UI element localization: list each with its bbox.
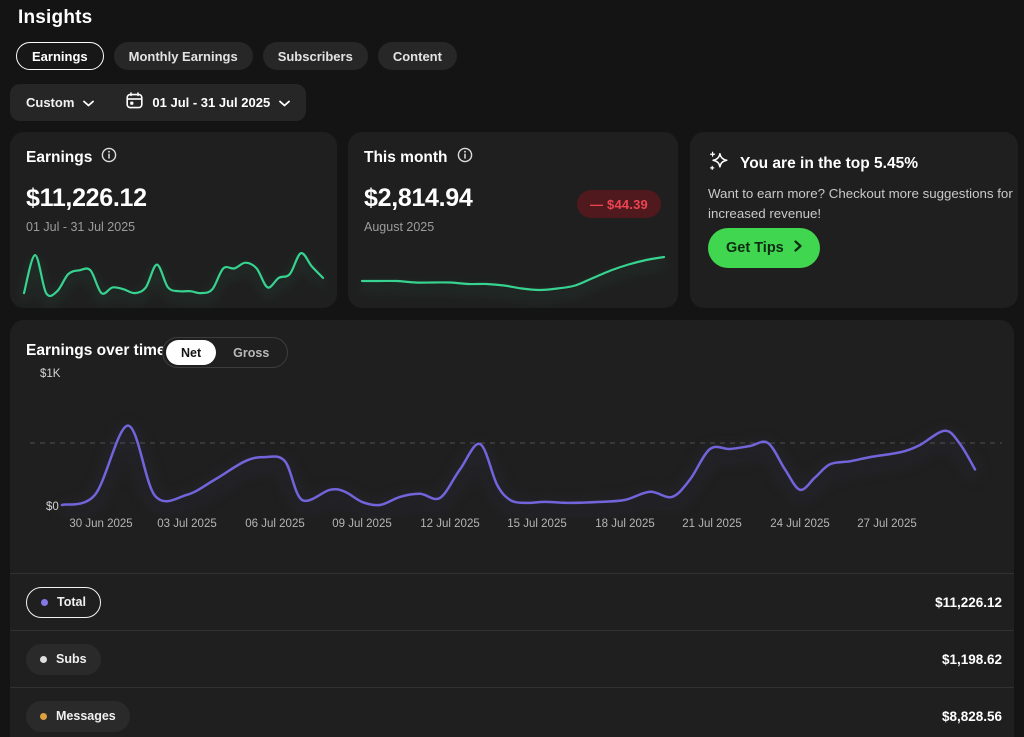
legend-value-subs: $1,198.62 <box>941 651 1002 667</box>
legend-dot-subs <box>40 655 47 663</box>
preset-label: Custom <box>26 95 75 110</box>
x-tick-label: 06 Jul 2025 <box>245 518 305 530</box>
line-series <box>360 255 666 292</box>
date-range-picker[interactable]: 01 Jul - 31 Jul 2025 <box>126 91 291 114</box>
sparkle-icon <box>708 150 730 177</box>
tab-bar: Earnings Monthly Earnings Subscribers Conte… <box>16 42 457 70</box>
tab-subscribers[interactable]: Subscribers <box>262 42 368 70</box>
legend-value-messages: $8,828.56 <box>941 708 1002 724</box>
legend-row-subs: Subs $1,198.62 <box>10 630 1014 687</box>
negative-delta-badge: — $44.39 <box>577 190 661 218</box>
x-tick-label: 03 Jul 2025 <box>157 518 217 530</box>
line-series <box>22 252 325 298</box>
this-month-card-title: This month <box>364 148 448 166</box>
chevron-down-icon <box>279 94 291 112</box>
tips-card: You are in the top 5.45% Want to earn mo… <box>690 132 1018 308</box>
legend-dot-messages <box>40 712 47 720</box>
x-tick-label: 30 Jun 2025 <box>69 518 133 530</box>
page-title: Insights <box>18 7 93 28</box>
earnings-card-title: Earnings <box>26 148 93 166</box>
chart-title: Earnings over time <box>26 342 166 359</box>
legend-value-total: $11,226.12 <box>935 594 1002 610</box>
legend-pill-subs[interactable]: Subs <box>26 643 101 675</box>
legend-row-total: Total $11,226.12 <box>10 573 1014 630</box>
info-icon[interactable] <box>457 147 473 168</box>
tab-content[interactable]: Content <box>377 42 457 70</box>
x-tick-label: 24 Jul 2025 <box>770 518 830 530</box>
this-month-amount: $2,814.94 <box>364 184 473 212</box>
this-month-period: August 2025 <box>364 220 435 234</box>
chevron-down-icon <box>83 94 95 112</box>
x-tick-label: 15 Jul 2025 <box>507 518 567 530</box>
legend-pill-messages[interactable]: Messages <box>26 700 130 732</box>
legend-pill-total[interactable]: Total <box>26 586 101 618</box>
net-gross-toggle: Net Gross <box>162 337 289 368</box>
legend-label: Messages <box>56 709 116 723</box>
earnings-amount: $11,226.12 <box>26 184 147 212</box>
tips-card-body: Want to earn more? Checkout more suggest… <box>708 186 1013 221</box>
info-icon[interactable] <box>101 147 117 168</box>
earnings-sparkline-chart <box>22 252 325 298</box>
earnings-period: 01 Jul - 31 Jul 2025 <box>26 220 136 234</box>
legend-rows: Total $11,226.12 Subs $1,198.62 Messages $8,8… <box>10 573 1014 737</box>
line-series <box>60 424 977 507</box>
x-tick-label: 12 Jul 2025 <box>420 518 480 530</box>
legend-dot-total <box>41 598 48 606</box>
earnings-over-time-chart[interactable] <box>10 378 1014 518</box>
toggle-gross[interactable]: Gross <box>218 340 284 365</box>
tab-monthly-earnings[interactable]: Monthly Earnings <box>113 42 253 70</box>
x-axis-labels: 30 Jun 2025 03 Jul 2025 06 Jul 2025 09 Jul … <box>10 518 1014 534</box>
x-tick-label: 09 Jul 2025 <box>332 518 392 530</box>
x-tick-label: 18 Jul 2025 <box>595 518 655 530</box>
tab-earnings[interactable]: Earnings <box>16 42 104 70</box>
earnings-over-time-card: Earnings over time Net Gross $1K $0 30 Ju… <box>10 320 1014 737</box>
preset-dropdown[interactable]: Custom <box>26 94 95 112</box>
legend-label: Total <box>57 595 86 609</box>
date-range-label: 01 Jul - 31 Jul 2025 <box>152 95 271 110</box>
this-month-sparkline-chart <box>360 255 666 292</box>
x-tick-label: 27 Jul 2025 <box>857 518 917 530</box>
filter-bar: Custom 01 Jul - 31 Jul 2025 <box>10 84 307 121</box>
earnings-card: Earnings $11,226.12 01 Jul - 31 Jul 2025 <box>10 132 337 308</box>
chevron-right-icon <box>794 240 802 256</box>
legend-row-messages: Messages $8,828.56 <box>10 687 1014 737</box>
this-month-card: This month $2,814.94 August 2025 — $44.3… <box>348 132 678 308</box>
get-tips-label: Get Tips <box>726 240 784 256</box>
toggle-net[interactable]: Net <box>166 340 217 365</box>
x-tick-label: 21 Jul 2025 <box>682 518 742 530</box>
legend-label: Subs <box>56 652 87 666</box>
tips-card-title: You are in the top 5.45% <box>740 154 919 172</box>
calendar-icon <box>126 91 143 114</box>
get-tips-button[interactable]: Get Tips <box>708 228 820 268</box>
